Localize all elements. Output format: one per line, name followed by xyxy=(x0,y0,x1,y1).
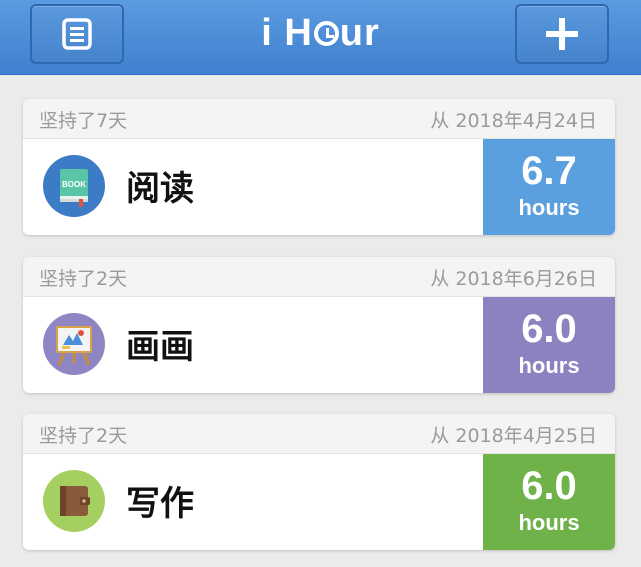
streak-label: 坚持了2天 xyxy=(39,268,128,290)
hours-unit: hours xyxy=(518,195,580,220)
hours-unit: hours xyxy=(518,510,580,535)
activity-name: 阅读 xyxy=(126,169,194,209)
start-date: 从 2018年4月24日 xyxy=(430,110,597,132)
card-header: 坚持了7天 从 2018年4月24日 xyxy=(23,99,615,139)
activity-name: 画画 xyxy=(126,327,194,367)
wallet-icon xyxy=(43,470,105,532)
streak-label: 坚持了2天 xyxy=(39,425,128,447)
hours-badge: 6.0 hours xyxy=(483,297,615,393)
activity-row[interactable]: 画画 6.0 hours xyxy=(23,297,615,393)
activity-card: 坚持了2天 从 2018年4月25日 写作 6.0 hours xyxy=(23,414,615,550)
activity-name: 写作 xyxy=(126,484,194,524)
add-button[interactable] xyxy=(515,4,609,64)
card-header: 坚持了2天 从 2018年4月25日 xyxy=(23,414,615,454)
svg-text:BOOK: BOOK xyxy=(62,180,86,189)
nav-bar: i Hur xyxy=(0,0,641,75)
hours-unit: hours xyxy=(518,353,580,378)
activity-card: 坚持了2天 从 2018年6月26日 画画 6.0 hours xyxy=(23,257,615,393)
book-icon: BOOK xyxy=(43,155,105,217)
start-date: 从 2018年6月26日 xyxy=(430,268,597,290)
activity-row[interactable]: BOOK 阅读 6.7 hours xyxy=(23,139,615,235)
hours-badge: 6.0 hours xyxy=(483,454,615,550)
hours-badge: 6.7 hours xyxy=(483,139,615,235)
hours-value: 6.0 xyxy=(521,307,577,351)
hours-value: 6.7 xyxy=(521,149,577,193)
card-header: 坚持了2天 从 2018年6月26日 xyxy=(23,257,615,297)
start-date: 从 2018年4月25日 xyxy=(430,425,597,447)
activity-card: 坚持了7天 从 2018年4月24日 BOOK 阅读 6.7 hours xyxy=(23,99,615,235)
clock-icon xyxy=(313,21,339,46)
easel-icon xyxy=(43,313,105,375)
hours-value: 6.0 xyxy=(521,464,577,508)
streak-label: 坚持了7天 xyxy=(39,110,128,132)
activity-row[interactable]: 写作 6.0 hours xyxy=(23,454,615,550)
plus-icon xyxy=(546,18,578,50)
